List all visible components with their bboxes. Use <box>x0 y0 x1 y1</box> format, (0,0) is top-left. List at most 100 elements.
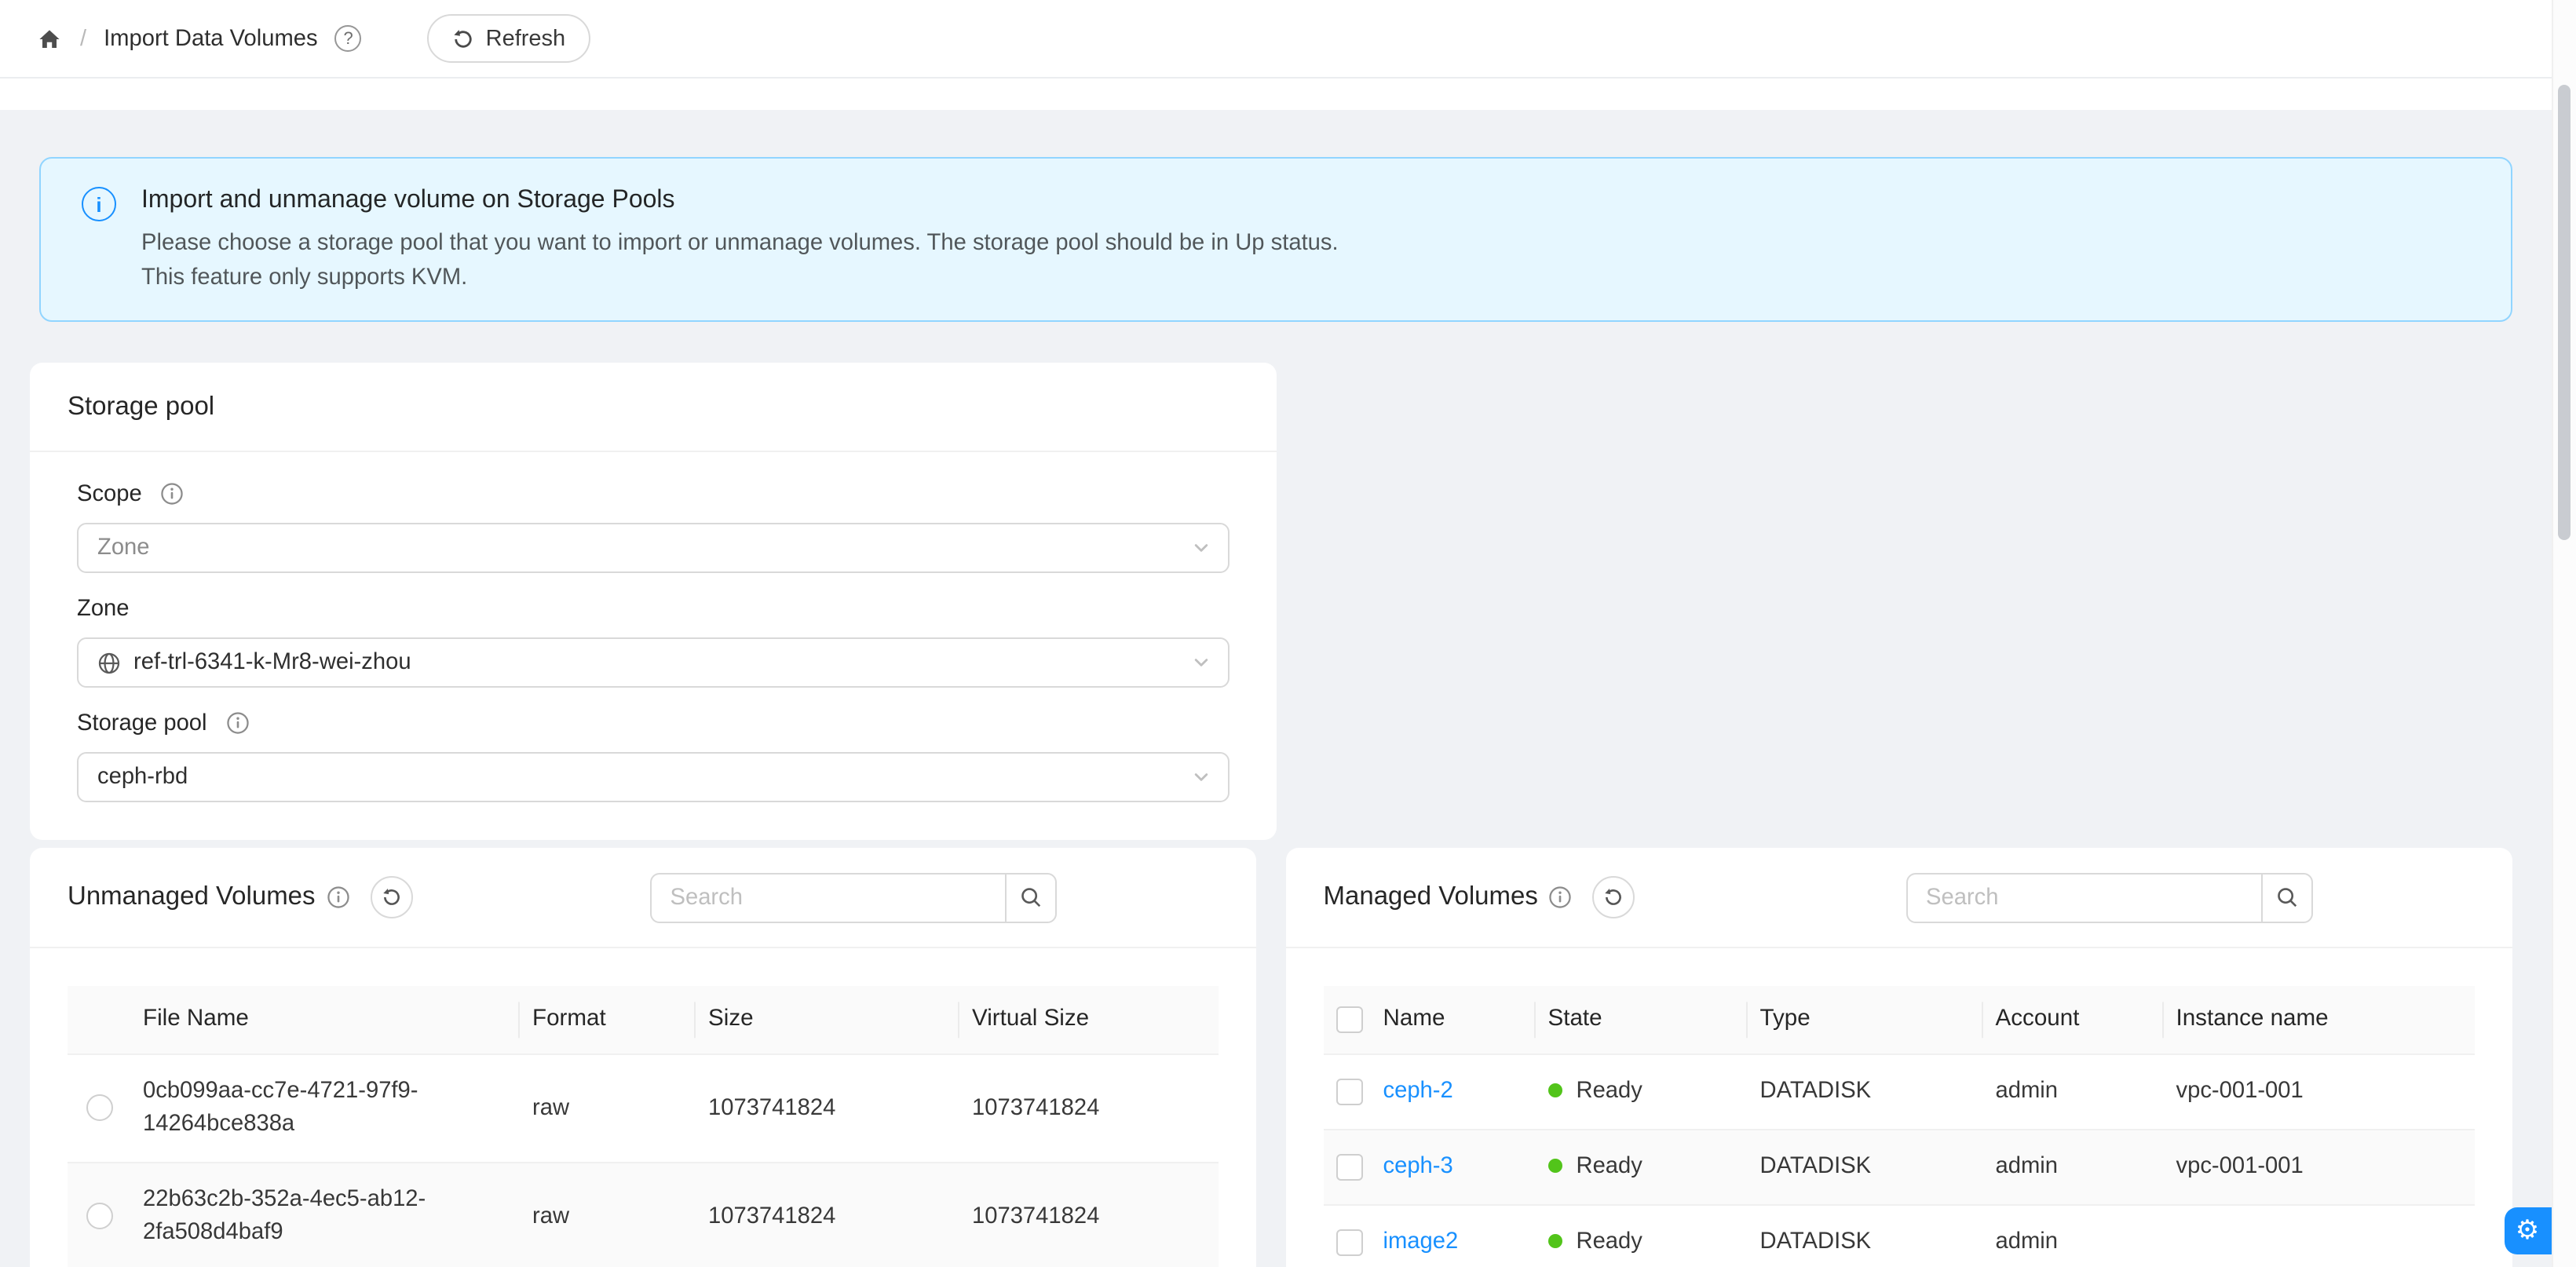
managed-search-input[interactable] <box>1906 872 2260 922</box>
zone-label: Zone <box>77 596 130 621</box>
search-icon[interactable] <box>1005 872 1057 922</box>
row-radio[interactable] <box>86 1094 112 1121</box>
managed-card-title: Managed Volumes <box>1324 882 1538 912</box>
unmanaged-card-header: Unmanaged Volumes <box>30 848 1256 948</box>
column-header[interactable]: Size <box>696 986 959 1054</box>
column-header[interactable]: Instance name <box>2164 986 2475 1054</box>
status-dot-icon <box>1548 1234 1562 1248</box>
pool-label: Storage pool <box>77 710 207 736</box>
table-row[interactable]: ceph-3 Ready DATADISK admin vpc-001-001 <box>1324 1130 2475 1205</box>
info-circle-icon: i <box>82 187 116 221</box>
file-name-cell: 0cb099aa-cc7e-4721-97f9-14264bce838a <box>130 1054 520 1163</box>
managed-search <box>1906 872 2312 922</box>
status-dot-icon <box>1548 1159 1562 1173</box>
state-cell: Ready <box>1536 1130 1748 1205</box>
volume-name-link[interactable]: ceph-3 <box>1383 1154 1453 1179</box>
state-label: Ready <box>1577 1079 1642 1104</box>
unmanaged-search <box>650 872 1057 922</box>
column-header[interactable]: State <box>1536 986 1748 1054</box>
scope-select[interactable]: Zone <box>77 523 1230 573</box>
column-header[interactable]: File Name <box>130 986 520 1054</box>
managed-header-row: Name State Type Account Instance name <box>1324 986 2475 1054</box>
vertical-scrollbar[interactable] <box>2551 0 2576 1267</box>
format-cell: raw <box>520 1054 696 1163</box>
storage-pool-card: Storage pool Scope Zone <box>30 363 1277 840</box>
chevron-down-icon <box>1192 653 1211 672</box>
help-icon[interactable]: ? <box>335 25 362 52</box>
instance-cell: vpc-001-001 <box>2164 1130 2475 1205</box>
account-cell: admin <box>1983 1130 2164 1205</box>
info-icon[interactable] <box>161 482 185 506</box>
select-all-checkbox[interactable] <box>1336 1006 1363 1032</box>
column-header[interactable]: Account <box>1983 986 2164 1054</box>
volume-name-link[interactable]: image2 <box>1383 1229 1459 1254</box>
row-checkbox[interactable] <box>1336 1153 1363 1180</box>
scope-field-label-row: Scope <box>77 477 1230 510</box>
instance-cell <box>2164 1205 2475 1267</box>
unmanaged-refresh-button[interactable] <box>371 876 413 918</box>
status-dot-icon <box>1548 1083 1562 1097</box>
zone-field-label-row: Zone <box>77 592 1230 625</box>
settings-fab[interactable]: ⚙ <box>2504 1207 2551 1254</box>
row-checkbox[interactable] <box>1336 1078 1363 1105</box>
info-alert: i Import and unmanage volume on Storage … <box>39 157 2512 322</box>
table-row[interactable]: image2 Ready DATADISK admin <box>1324 1205 2475 1267</box>
row-checkbox[interactable] <box>1336 1229 1363 1255</box>
radio-column-header <box>68 986 130 1054</box>
column-header[interactable]: Virtual Size <box>959 986 1219 1054</box>
info-icon[interactable] <box>1549 885 1573 909</box>
scope-field: Scope Zone <box>77 477 1230 573</box>
alert-description-line1: Please choose a storage pool that you wa… <box>141 228 1339 261</box>
zone-select-value: ref-trl-6341-k-Mr8-wei-zhou <box>133 650 411 675</box>
column-header[interactable]: Name <box>1371 986 1536 1054</box>
chevron-down-icon <box>1192 768 1211 787</box>
table-row[interactable]: 22b63c2b-352a-4ec5-ab12-2fa508d4baf9 raw… <box>68 1163 1219 1267</box>
managed-volumes-card: Managed Volumes <box>1286 848 2512 1267</box>
zone-select[interactable]: ref-trl-6341-k-Mr8-wei-zhou <box>77 637 1230 688</box>
size-cell: 1073741824 <box>696 1163 959 1267</box>
row-radio[interactable] <box>86 1203 112 1229</box>
instance-cell: vpc-001-001 <box>2164 1054 2475 1130</box>
scrollbar-thumb[interactable] <box>2558 85 2571 540</box>
storage-pool-select-value: ceph-rbd <box>97 765 188 790</box>
table-row[interactable]: ceph-2 Ready DATADISK admin vpc-001-001 <box>1324 1054 2475 1130</box>
volume-name-link[interactable]: ceph-2 <box>1383 1079 1453 1104</box>
size-cell: 1073741824 <box>696 1054 959 1163</box>
unmanaged-card-title: Unmanaged Volumes <box>68 882 316 912</box>
state-label: Ready <box>1577 1229 1642 1254</box>
page: / Import Data Volumes ? Refresh i Import… <box>0 0 2576 1267</box>
column-header[interactable]: Type <box>1748 986 1983 1054</box>
zone-field: Zone ref-trl-6341-k-Mr8-wei-zhou <box>77 592 1230 688</box>
state-label: Ready <box>1577 1154 1642 1179</box>
managed-card-header: Managed Volumes <box>1286 848 2512 948</box>
pool-field: Storage pool ceph-rbd <box>77 707 1230 802</box>
scope-label: Scope <box>77 481 142 506</box>
virtual-size-cell: 1073741824 <box>959 1163 1219 1267</box>
type-cell: DATADISK <box>1748 1130 1983 1205</box>
info-icon[interactable] <box>226 711 250 735</box>
storage-pool-card-title: Storage pool <box>68 392 214 422</box>
chevron-down-icon <box>1192 539 1211 557</box>
column-header[interactable]: Format <box>520 986 696 1054</box>
table-row[interactable]: 0cb099aa-cc7e-4721-97f9-14264bce838a raw… <box>68 1054 1219 1163</box>
account-cell: admin <box>1983 1205 2164 1267</box>
info-icon[interactable] <box>327 885 350 909</box>
pool-field-label-row: Storage pool <box>77 707 1230 739</box>
state-cell: Ready <box>1536 1054 1748 1130</box>
scope-select-value: Zone <box>97 535 150 560</box>
unmanaged-table: File Name Format Size Virtual Size 0cb09… <box>30 948 1256 1267</box>
refresh-label: Refresh <box>486 26 566 51</box>
storage-pool-select[interactable]: ceph-rbd <box>77 752 1230 802</box>
unmanaged-search-input[interactable] <box>650 872 1005 922</box>
format-cell: raw <box>520 1163 696 1267</box>
globe-icon <box>97 651 121 674</box>
managed-refresh-button[interactable] <box>1593 876 1635 918</box>
search-icon[interactable] <box>2260 872 2312 922</box>
unmanaged-header-row: File Name Format Size Virtual Size <box>68 986 1219 1054</box>
header-bar: / Import Data Volumes ? Refresh <box>0 0 2576 110</box>
refresh-button[interactable]: Refresh <box>428 14 591 63</box>
home-icon[interactable] <box>36 26 63 51</box>
breadcrumb-separator: / <box>80 26 86 51</box>
storage-pool-card-header: Storage pool <box>30 363 1277 452</box>
account-cell: admin <box>1983 1054 2164 1130</box>
